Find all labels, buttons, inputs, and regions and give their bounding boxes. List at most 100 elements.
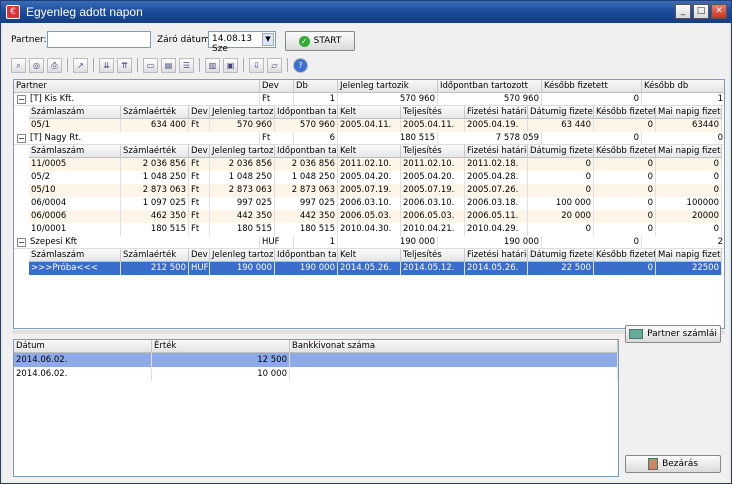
partner-cell: 2 bbox=[642, 236, 724, 249]
close-window-button[interactable]: ✕ bbox=[711, 4, 727, 19]
invoice-cell: 22500 bbox=[656, 262, 722, 275]
payment-header[interactable]: Dátum bbox=[14, 340, 152, 353]
sub-column-header[interactable]: Fizetési határidő bbox=[465, 106, 528, 119]
invoice-cell: Ft bbox=[189, 158, 210, 171]
save-icon[interactable]: ⇩ bbox=[249, 57, 264, 73]
help-icon[interactable]: ? bbox=[293, 57, 308, 73]
sub-column-header[interactable]: Mai napig fizetett bbox=[656, 106, 722, 119]
invoice-cell: 0 bbox=[656, 223, 722, 236]
columns-icon[interactable]: ▥ bbox=[205, 57, 220, 73]
sub-column-header[interactable]: Teljesítés bbox=[401, 106, 465, 119]
sub-column-header[interactable]: Később fizetett bbox=[594, 106, 656, 119]
export-icon[interactable]: ↗ bbox=[73, 57, 88, 73]
date-value: 14.08.13 Sze bbox=[212, 34, 253, 54]
payment-cell bbox=[290, 367, 618, 381]
invoice-cell: 0 bbox=[656, 171, 722, 184]
sub-column-header[interactable]: Teljesítés bbox=[401, 145, 465, 158]
date-label: Záró dátum: bbox=[157, 35, 213, 45]
payment-header[interactable]: Érték bbox=[152, 340, 290, 353]
open-folder-icon[interactable]: ▱ bbox=[267, 57, 282, 73]
collapse-icon[interactable]: − bbox=[17, 95, 26, 104]
close-button[interactable]: Bezárás bbox=[625, 455, 721, 473]
sub-column-header[interactable]: Időpontban tartoz bbox=[275, 249, 338, 262]
partner-cell: [T] Kis Kft. bbox=[28, 93, 260, 106]
collapse-all-icon[interactable]: ⇊ bbox=[99, 57, 114, 73]
column-header[interactable]: Jelenleg tartozik bbox=[338, 80, 438, 93]
print-icon[interactable]: ⎙ bbox=[47, 57, 62, 73]
sub-column-header[interactable]: Dátumig fizetett bbox=[528, 145, 594, 158]
sub-column-header[interactable]: Fizetési határidő bbox=[465, 145, 528, 158]
sub-column-header[interactable]: Teljesítés bbox=[401, 249, 465, 262]
invoice-cell: 22 500 bbox=[528, 262, 594, 275]
column-header[interactable]: Később fizetett bbox=[542, 80, 642, 93]
invoice-cell: 212 500 bbox=[121, 262, 189, 275]
sub-column-header[interactable]: Dátumig fizetett bbox=[528, 249, 594, 262]
start-button[interactable]: ✓ START bbox=[285, 31, 355, 51]
partner-accounts-label: Partner számlái bbox=[647, 329, 717, 339]
sub-column-header[interactable]: Dev bbox=[189, 145, 210, 158]
invoice-cell: 63440 bbox=[656, 119, 722, 132]
date-picker[interactable]: 14.08.13 Sze ▼ bbox=[208, 31, 276, 54]
expand-all-icon[interactable]: ⇈ bbox=[117, 57, 132, 73]
sub-column-header[interactable]: Számlaszám bbox=[29, 249, 121, 262]
payments-grid[interactable]: Dátum Érték Bankkivonat száma 2014.06.02. 12… bbox=[13, 339, 619, 477]
sub-column-header[interactable]: Időpontban tartoz bbox=[275, 106, 338, 119]
rows-icon[interactable]: ☰ bbox=[179, 57, 194, 73]
group-icon[interactable]: ▤ bbox=[161, 57, 176, 73]
partner-accounts-button[interactable]: Partner számlái bbox=[625, 325, 721, 343]
sub-column-header[interactable]: Számlaszám bbox=[29, 145, 121, 158]
close-label: Bezárás bbox=[662, 459, 698, 469]
column-header[interactable]: Időpontban tartozott bbox=[438, 80, 542, 93]
sub-column-header[interactable]: Később fizetett bbox=[594, 145, 656, 158]
sub-column-header[interactable]: Számlaérték bbox=[121, 106, 189, 119]
sub-column-header[interactable]: Kelt bbox=[338, 145, 401, 158]
partner-cell: 180 515 bbox=[338, 132, 438, 145]
sub-column-header[interactable]: Számlaérték bbox=[121, 145, 189, 158]
sub-column-header[interactable]: Később fizetett bbox=[594, 249, 656, 262]
sub-column-header[interactable]: Kelt bbox=[338, 249, 401, 262]
column-header[interactable]: Db bbox=[294, 80, 338, 93]
invoice-cell: 190 000 bbox=[275, 262, 338, 275]
splitter[interactable] bbox=[13, 330, 725, 334]
partner-cell: 190 000 bbox=[338, 236, 438, 249]
invoice-cell: 2005.07.19. bbox=[401, 184, 465, 197]
balance-grid[interactable]: Partner Dev Db Jelenleg tartozik Időpontban … bbox=[13, 79, 725, 329]
invoice-cell: 63 440 bbox=[528, 119, 594, 132]
sub-column-header[interactable]: Mai napig fizetett bbox=[656, 249, 722, 262]
invoice-cell: 2005.04.11. bbox=[338, 119, 401, 132]
column-header[interactable]: Később db bbox=[642, 80, 724, 93]
collapse-icon[interactable]: − bbox=[17, 238, 26, 247]
partner-input[interactable] bbox=[47, 31, 151, 48]
column-header[interactable]: Partner bbox=[14, 80, 260, 93]
maximize-button[interactable]: □ bbox=[693, 4, 709, 19]
invoice-cell: 06/0004 bbox=[29, 197, 121, 210]
column-header[interactable]: Dev bbox=[260, 80, 294, 93]
invoice-cell: 11/0005 bbox=[29, 158, 121, 171]
sub-column-header[interactable]: Jelenleg tartozik bbox=[210, 249, 275, 262]
invoice-cell: 2010.04.30. bbox=[338, 223, 401, 236]
sub-column-header[interactable]: Számlaérték bbox=[121, 249, 189, 262]
sub-column-header[interactable]: Időpontban tartoz bbox=[275, 145, 338, 158]
invoice-cell: 0 bbox=[656, 158, 722, 171]
minimize-button[interactable]: _ bbox=[675, 4, 691, 19]
door-icon bbox=[648, 458, 659, 470]
zoom-icon[interactable]: ◎ bbox=[29, 57, 44, 73]
find-icon[interactable]: ⌕ bbox=[11, 57, 26, 73]
sub-column-header[interactable]: Fizetési határidő bbox=[465, 249, 528, 262]
sub-column-header[interactable]: Dev bbox=[189, 106, 210, 119]
invoice-cell: HUF bbox=[191, 262, 210, 275]
layout-icon[interactable]: ▭ bbox=[143, 57, 158, 73]
sub-column-header[interactable]: Dátumig fizetett bbox=[528, 106, 594, 119]
payment-cell bbox=[290, 353, 618, 367]
payment-header[interactable]: Bankkivonat száma bbox=[290, 340, 618, 353]
sub-column-header[interactable]: Jelenleg tartozik bbox=[210, 106, 275, 119]
sub-column-header[interactable]: Mai napig fizetett bbox=[656, 145, 722, 158]
collapse-icon[interactable]: − bbox=[17, 134, 26, 143]
preview-icon[interactable]: ▣ bbox=[223, 57, 238, 73]
sub-column-header[interactable]: Dev bbox=[189, 249, 210, 262]
sub-column-header[interactable]: Jelenleg tartozik bbox=[210, 145, 275, 158]
invoice-cell: 997 025 bbox=[275, 197, 338, 210]
sub-column-header[interactable]: Számlaszám bbox=[29, 106, 121, 119]
sub-column-header[interactable]: Kelt bbox=[338, 106, 401, 119]
chevron-down-icon[interactable]: ▼ bbox=[262, 33, 274, 46]
